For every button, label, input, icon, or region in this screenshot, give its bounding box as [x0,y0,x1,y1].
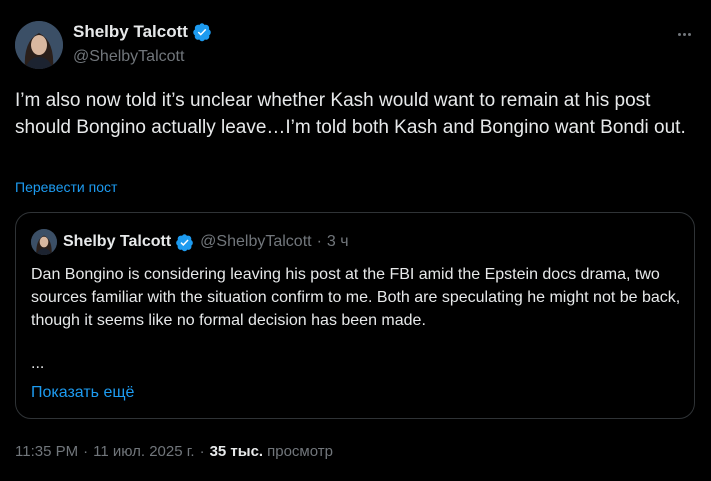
quote-timestamp[interactable]: 3 ч [327,233,349,251]
quote-separator: · [316,233,322,250]
quote-author-handle[interactable]: @ShelbyTalcott [200,233,311,251]
quote-author-name[interactable]: Shelby Talcott [63,233,171,251]
author-block: Shelby Talcott @ShelbyTalcott [73,22,212,66]
tweet-text: I’m also now told it’s unclear whether K… [15,90,686,138]
meta-separator: · [83,443,89,460]
quoted-tweet[interactable]: Shelby Talcott @ShelbyTalcott · 3 ч Dan … [15,212,695,419]
quote-author-avatar[interactable] [31,229,57,255]
verified-badge-icon [193,23,211,42]
quote-ellipsis: ... [31,355,45,372]
views-count: 35 тыс. [209,443,264,460]
more-options-icon[interactable] [672,24,696,44]
tweet: Shelby Talcott @ShelbyTalcott I’m also n… [0,0,711,481]
author-avatar[interactable] [15,21,63,69]
meta-separator: · [199,443,205,460]
tweet-time[interactable]: 11:35 PM [15,443,78,460]
quote-header: Shelby Talcott @ShelbyTalcott · 3 ч [31,229,349,255]
quote-text: Dan Bongino is considering leaving his p… [31,266,681,329]
verified-badge-icon [176,233,193,251]
tweet-meta: 11:35 PM · 11 июл. 2025 г. · 35 тыс. про… [15,443,333,460]
translate-link[interactable]: Перевести пост [15,179,117,195]
views-label: просмотр [267,443,333,460]
author-handle[interactable]: @ShelbyTalcott [73,48,212,66]
author-name[interactable]: Shelby Talcott [73,22,188,42]
show-more-link[interactable]: Показать ещё [31,384,134,402]
tweet-date[interactable]: 11 июл. 2025 г. [93,443,194,460]
